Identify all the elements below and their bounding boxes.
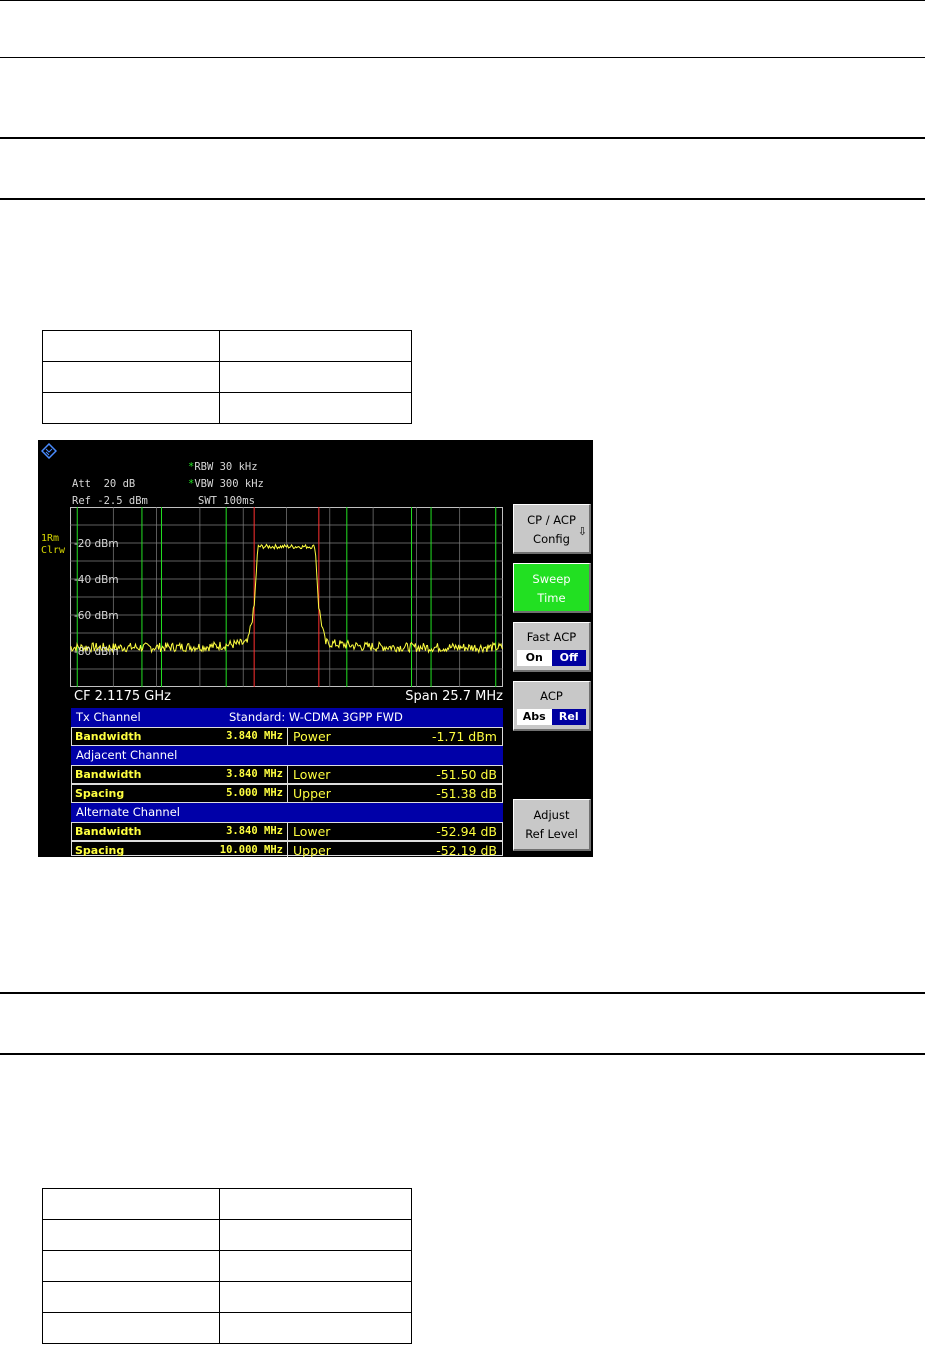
alternate-spacing-row: Spacing 10.000 MHz Upper -52.19 dB (71, 841, 503, 857)
analyzer-screen: *RBW 30 kHz *VBW 300 kHz SWT 100ms Att 2… (38, 440, 593, 857)
adjacent-spacing-row: Spacing 5.000 MHz Upper -51.38 dB (71, 784, 503, 803)
y-tick-label: -40 dBm (74, 574, 119, 586)
vbw-readout: *VBW 300 kHz (188, 478, 264, 490)
submenu-arrow-icon: ⇩ (577, 525, 587, 538)
rule-3 (0, 137, 925, 139)
y-tick-label: -80 dBm (74, 646, 119, 658)
rs-logo-icon (41, 443, 57, 459)
rule-6 (0, 1053, 925, 1055)
acp-softkey[interactable]: ACP Abs Rel (513, 681, 591, 731)
y-tick-label: -60 dBm (74, 610, 119, 622)
acp-rel-option[interactable]: Rel (551, 709, 586, 725)
adjacent-bandwidth-row: Bandwidth 3.840 MHz Lower -51.50 dB (71, 765, 503, 784)
attenuation-readout: Att 20 dB (72, 478, 136, 490)
empty-table-top (42, 330, 412, 424)
trace-label: 1Rm Clrw (41, 533, 66, 556)
tx-channel-header: Tx Channel Standard: W-CDMA 3GPP FWD (71, 708, 503, 727)
empty-table-bottom (42, 1188, 412, 1344)
fast-acp-on-option[interactable]: On (517, 650, 552, 666)
fast-acp-off-option[interactable]: Off (551, 650, 586, 666)
rule-2 (0, 57, 925, 58)
tx-bandwidth-row: Bandwidth 3.840 MHz Power -1.71 dBm (71, 727, 503, 746)
adjacent-channel-header: Adjacent Channel (71, 746, 503, 765)
acp-result-table: Tx Channel Standard: W-CDMA 3GPP FWD Ban… (71, 708, 503, 857)
swt-readout: SWT 100ms (198, 495, 255, 507)
cp-acp-config-softkey[interactable]: CP / ACP Config ⇩ (513, 504, 591, 554)
spectrum-plot: -20 dBm -40 dBm -60 dBm -80 dBm (70, 507, 503, 687)
sweep-time-softkey[interactable]: Sweep Time (513, 563, 591, 613)
rbw-readout: *RBW 30 kHz (188, 461, 258, 473)
fast-acp-softkey[interactable]: Fast ACP On Off (513, 622, 591, 672)
ref-level-readout: Ref -2.5 dBm (72, 495, 148, 507)
alternate-bandwidth-row: Bandwidth 3.840 MHz Lower -52.94 dB (71, 822, 503, 841)
acp-abs-option[interactable]: Abs (517, 709, 552, 725)
rule-1 (0, 0, 925, 1)
span-readout: Span 25.7 MHz (405, 689, 503, 704)
adjust-ref-level-softkey[interactable]: Adjust Ref Level (513, 799, 591, 851)
alternate-channel-header: Alternate Channel (71, 803, 503, 822)
rule-4 (0, 198, 925, 200)
rule-5 (0, 992, 925, 994)
y-tick-label: -20 dBm (74, 538, 119, 550)
center-frequency: CF 2.1175 GHz (74, 689, 171, 704)
